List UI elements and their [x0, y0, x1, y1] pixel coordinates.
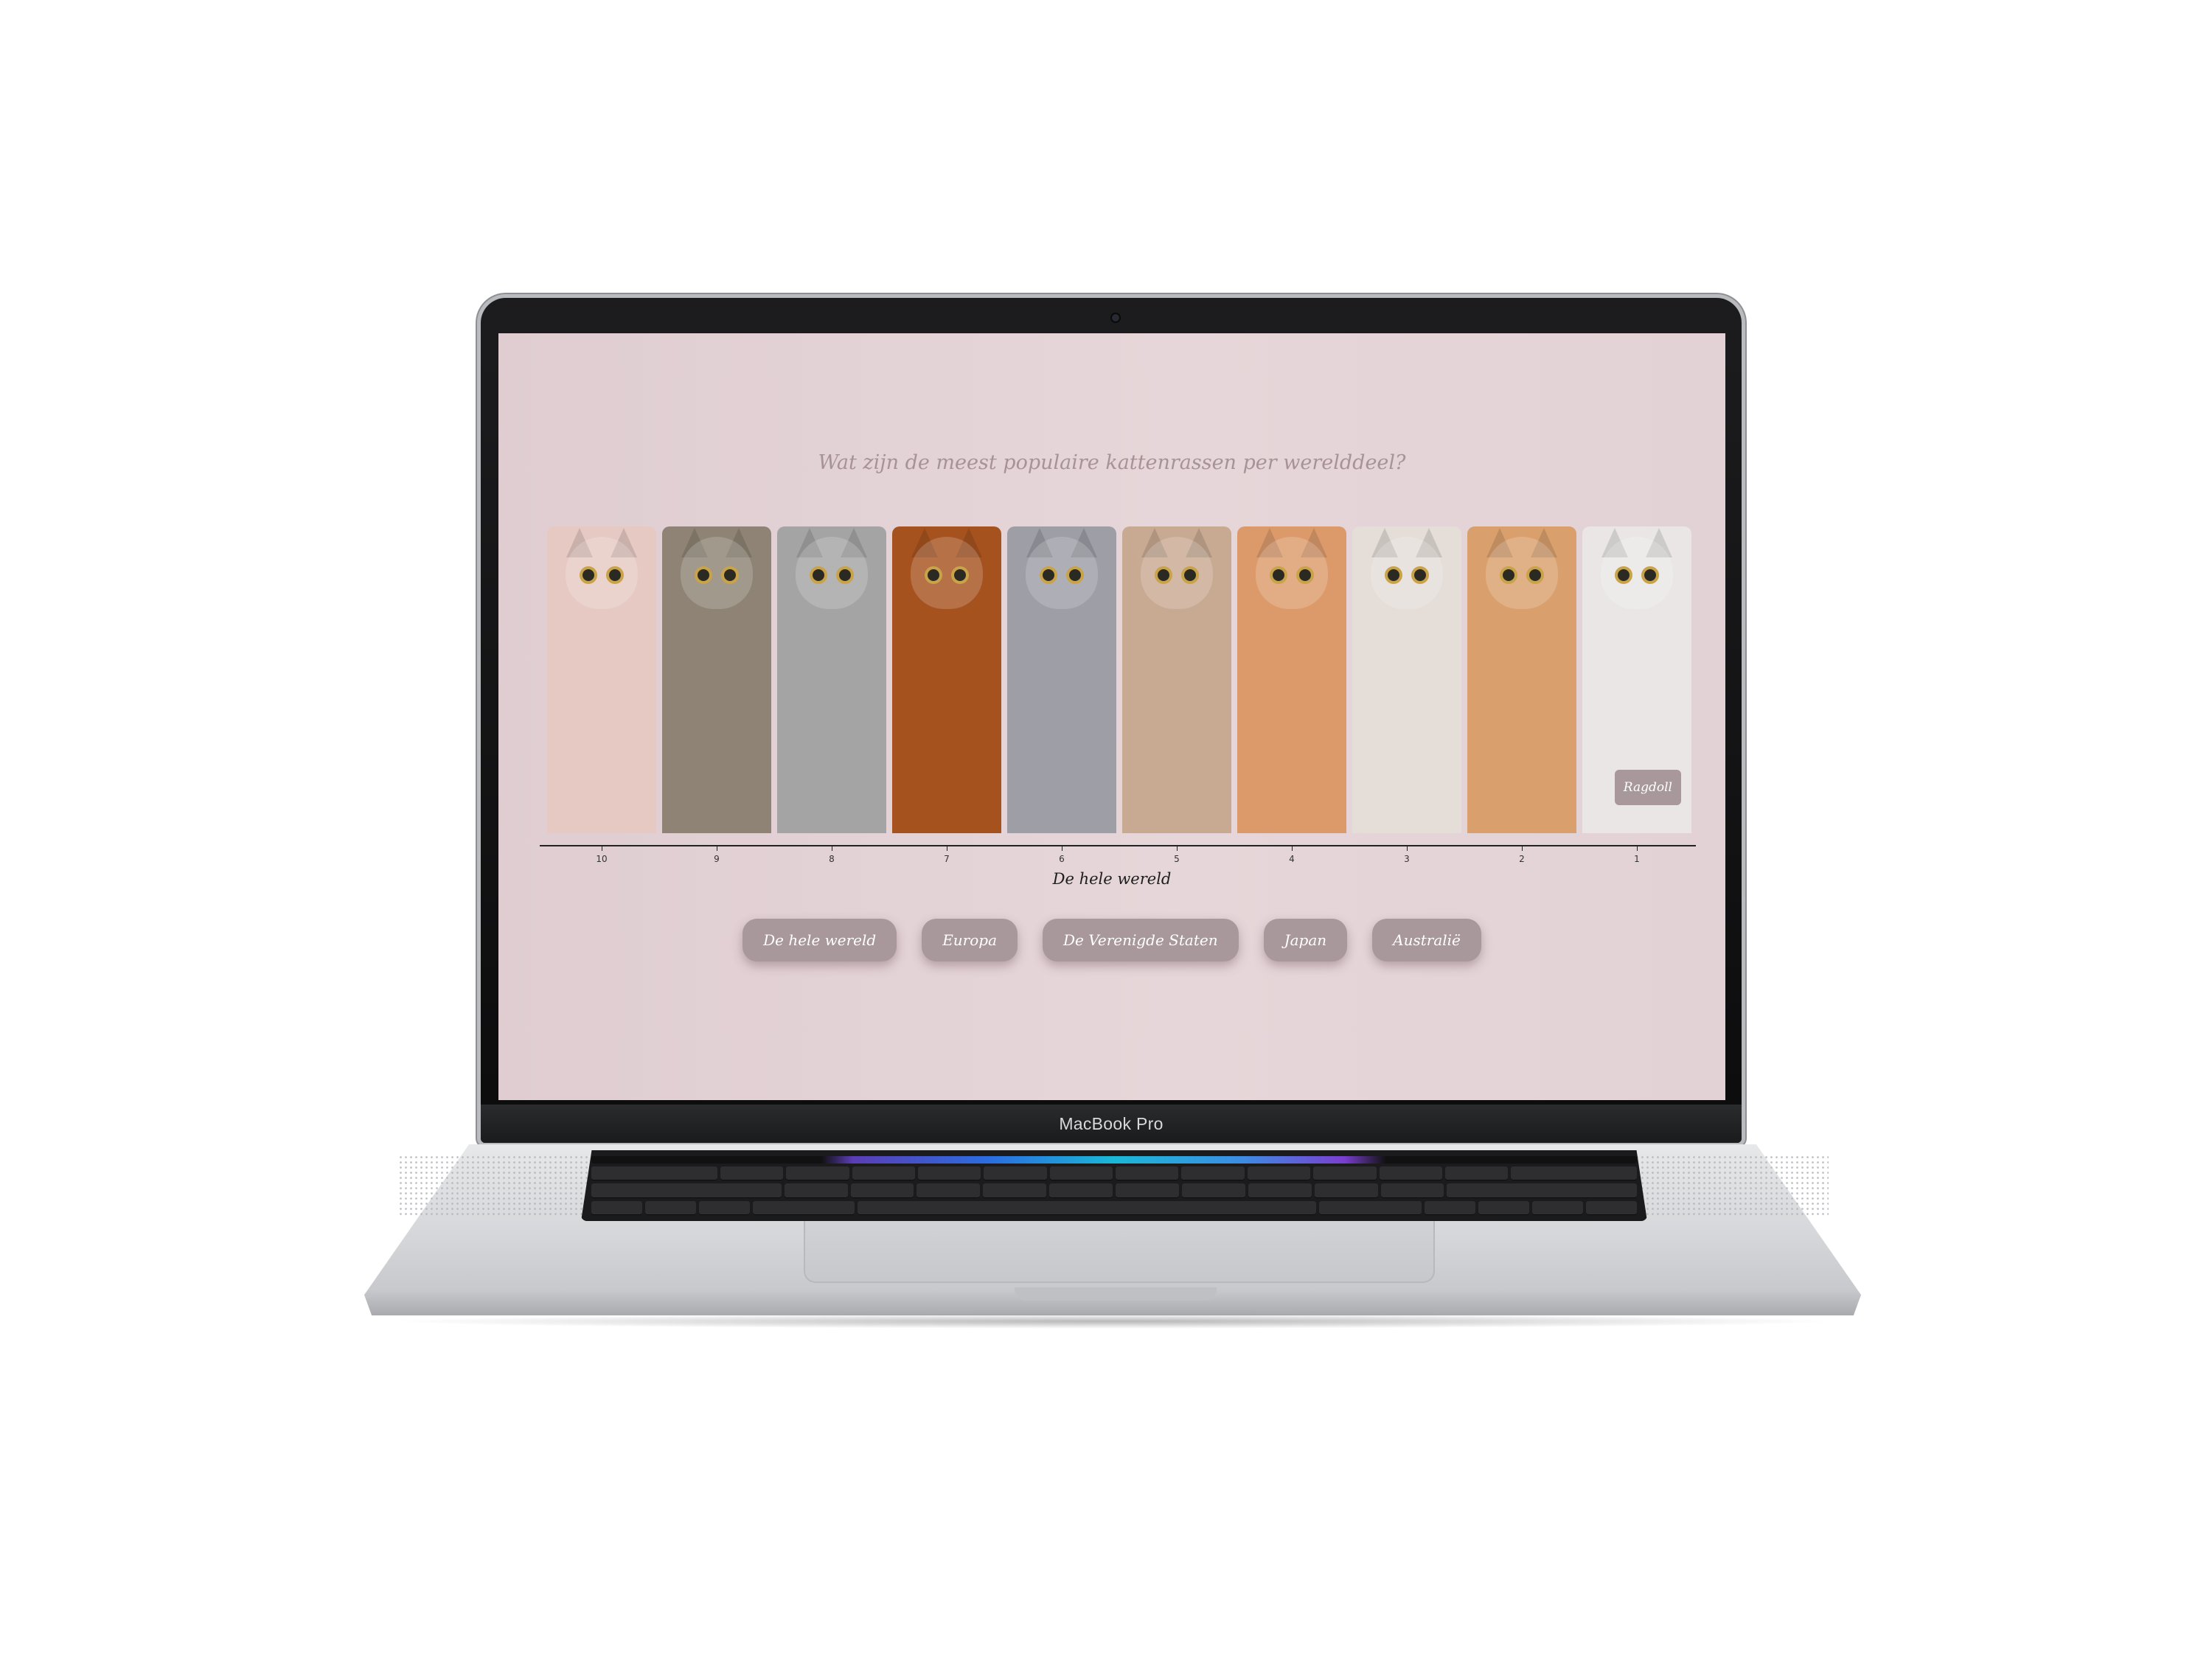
- speaker-grille-left: [398, 1155, 597, 1215]
- speaker-grille-right: [1630, 1155, 1829, 1215]
- region-button-japan[interactable]: Japan: [1263, 919, 1348, 961]
- chart-bars: Ragdoll: [547, 526, 1691, 833]
- x-tick-label: 10: [596, 854, 608, 864]
- point-cat-icon[interactable]: [1122, 526, 1231, 833]
- x-tick-label: 8: [829, 854, 835, 864]
- region-button-australie[interactable]: Australië: [1372, 919, 1481, 961]
- trackpad: [804, 1221, 1435, 1283]
- ruddy-cat-icon[interactable]: [892, 526, 1001, 833]
- camera-icon: [1112, 314, 1119, 321]
- brand-label: MacBook Pro: [1059, 1113, 1164, 1133]
- x-axis-label: De hele wereld: [1052, 870, 1172, 888]
- region-button-de-verenigde-staten[interactable]: De Verenigde Staten: [1043, 919, 1239, 961]
- region-button-europa[interactable]: Europa: [922, 919, 1018, 961]
- x-tick: [1637, 846, 1638, 851]
- x-tick-label: 5: [1174, 854, 1180, 864]
- floor-shadow: [383, 1314, 1843, 1329]
- region-button-de-hele-wereld[interactable]: De hele wereld: [742, 919, 897, 961]
- x-tick: [1522, 846, 1523, 851]
- region-buttons: De hele wereld Europa De Verenigde State…: [498, 919, 1725, 961]
- red-fluffy-cat-icon[interactable]: [1467, 526, 1576, 833]
- keyboard: [581, 1150, 1647, 1221]
- lid-notch: [1015, 1287, 1217, 1301]
- calico-flatface-cat-icon[interactable]: [1352, 526, 1461, 833]
- x-tick-label: 9: [714, 854, 720, 864]
- screen: Wat zijn de meest populaire kattenrassen…: [498, 333, 1725, 1100]
- hairless-cat-icon[interactable]: [547, 526, 656, 833]
- x-tick: [1177, 846, 1178, 851]
- blue-grey-cat-icon[interactable]: [1007, 526, 1116, 833]
- bar-tooltip: Ragdoll: [1614, 770, 1681, 805]
- x-tick: [1292, 846, 1293, 851]
- silver-tabby-cat-icon[interactable]: [777, 526, 886, 833]
- x-tick: [1407, 846, 1408, 851]
- x-tick-label: 1: [1634, 854, 1640, 864]
- x-tick-label: 2: [1519, 854, 1525, 864]
- x-tick-label: 3: [1404, 854, 1410, 864]
- x-tick-label: 4: [1289, 854, 1295, 864]
- tabby-fold-cat-icon[interactable]: [662, 526, 771, 833]
- touch-bar: [591, 1156, 1637, 1164]
- red-longhair-cat-icon[interactable]: [1237, 526, 1346, 833]
- laptop-hinge: MacBook Pro: [481, 1105, 1742, 1143]
- x-tick-label: 6: [1059, 854, 1065, 864]
- page-title: Wat zijn de meest populaire kattenrassen…: [818, 451, 1406, 474]
- x-tick-label: 7: [944, 854, 950, 864]
